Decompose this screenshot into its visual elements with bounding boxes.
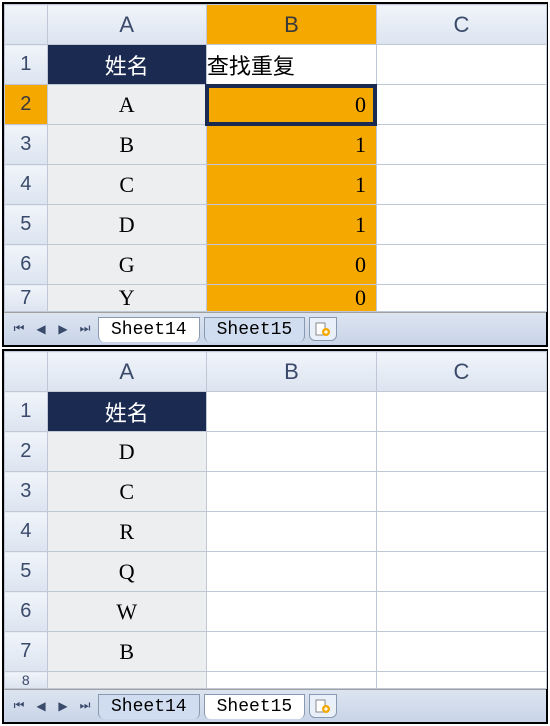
cell-B8[interactable] xyxy=(206,672,376,689)
cell-C6[interactable] xyxy=(376,245,546,285)
cell-C2[interactable] xyxy=(376,432,546,472)
col-header-C[interactable]: C xyxy=(376,5,546,45)
row-header[interactable]: 2 xyxy=(5,85,48,125)
nav-first-icon[interactable]: ⏮ xyxy=(10,697,28,715)
tab-sheet15[interactable]: Sheet15 xyxy=(204,694,306,719)
cell-A8[interactable] xyxy=(47,672,206,689)
row-header[interactable]: 6 xyxy=(5,592,48,632)
nav-last-icon[interactable]: ⏭ xyxy=(76,320,94,338)
new-sheet-icon[interactable] xyxy=(309,317,337,341)
cell-C4[interactable] xyxy=(376,165,546,205)
row-header[interactable]: 1 xyxy=(5,45,48,85)
cell-C6[interactable] xyxy=(376,592,546,632)
cell-B4[interactable] xyxy=(206,512,376,552)
cell-A1[interactable]: 姓名 xyxy=(47,45,206,85)
nav-prev-icon[interactable]: ◀ xyxy=(32,320,50,338)
cell-B7[interactable]: 0 xyxy=(206,285,376,312)
cell-C5[interactable] xyxy=(376,552,546,592)
cell-B5[interactable]: 1 xyxy=(206,205,376,245)
cell-B6[interactable] xyxy=(206,592,376,632)
cell-A7[interactable]: Y xyxy=(47,285,206,312)
grid-top[interactable]: A B C 1 姓名 查找重复 2 A 0 3 B 1 4 C 1 xyxy=(4,4,547,312)
workbook-window-top: A B C 1 姓名 查找重复 2 A 0 3 B 1 4 C 1 xyxy=(2,2,548,347)
cell-A5[interactable]: D xyxy=(47,205,206,245)
row-header[interactable]: 7 xyxy=(5,285,48,312)
nav-last-icon[interactable]: ⏭ xyxy=(76,697,94,715)
cell-A2[interactable]: D xyxy=(47,432,206,472)
row-header[interactable]: 3 xyxy=(5,125,48,165)
cell-C1[interactable] xyxy=(376,45,546,85)
row-header[interactable]: 4 xyxy=(5,512,48,552)
col-header-C[interactable]: C xyxy=(376,352,546,392)
row-header[interactable]: 5 xyxy=(5,205,48,245)
cell-B5[interactable] xyxy=(206,552,376,592)
cell-B6[interactable]: 0 xyxy=(206,245,376,285)
cell-A5[interactable]: Q xyxy=(47,552,206,592)
cell-B7[interactable] xyxy=(206,632,376,672)
col-header-A[interactable]: A xyxy=(47,352,206,392)
cell-C3[interactable] xyxy=(376,472,546,512)
cell-A3[interactable]: C xyxy=(47,472,206,512)
col-header-A[interactable]: A xyxy=(47,5,206,45)
cell-B2-active[interactable]: 0 xyxy=(206,85,376,125)
cell-C4[interactable] xyxy=(376,512,546,552)
cell-A2[interactable]: A xyxy=(47,85,206,125)
cell-A4[interactable]: C xyxy=(47,165,206,205)
workbook-window-bottom: A B C 1 姓名 2 D 3 C 4 R 5 xyxy=(2,349,548,724)
cell-C7[interactable] xyxy=(376,632,546,672)
cell-A7[interactable]: B xyxy=(47,632,206,672)
cell-C8[interactable] xyxy=(376,672,546,689)
tab-sheet14[interactable]: Sheet14 xyxy=(98,317,200,342)
cell-A3[interactable]: B xyxy=(47,125,206,165)
tab-sheet15[interactable]: Sheet15 xyxy=(204,317,306,342)
cell-B3[interactable]: 1 xyxy=(206,125,376,165)
row-header[interactable]: 7 xyxy=(5,632,48,672)
new-sheet-icon[interactable] xyxy=(309,694,337,718)
row-header[interactable]: 2 xyxy=(5,432,48,472)
row-header[interactable]: 3 xyxy=(5,472,48,512)
tab-sheet14[interactable]: Sheet14 xyxy=(98,694,200,719)
row-header[interactable]: 1 xyxy=(5,392,48,432)
grid-bottom[interactable]: A B C 1 姓名 2 D 3 C 4 R 5 xyxy=(4,351,547,689)
cell-C1[interactable] xyxy=(376,392,546,432)
nav-first-icon[interactable]: ⏮ xyxy=(10,320,28,338)
cell-B4[interactable]: 1 xyxy=(206,165,376,205)
row-header[interactable]: 4 xyxy=(5,165,48,205)
row-header[interactable]: 6 xyxy=(5,245,48,285)
cell-B1[interactable] xyxy=(206,392,376,432)
cell-C3[interactable] xyxy=(376,125,546,165)
row-header[interactable]: 5 xyxy=(5,552,48,592)
sheet-tabbar-bottom: ⏮ ◀ ▶ ⏭ Sheet14 Sheet15 xyxy=(4,689,546,722)
sheet-tabbar-top: ⏮ ◀ ▶ ⏭ Sheet14 Sheet15 xyxy=(4,312,546,345)
cell-C7[interactable] xyxy=(376,285,546,312)
col-header-B[interactable]: B xyxy=(206,5,376,45)
cell-A6[interactable]: G xyxy=(47,245,206,285)
select-all-corner[interactable] xyxy=(5,352,48,392)
cell-C2[interactable] xyxy=(376,85,546,125)
nav-next-icon[interactable]: ▶ xyxy=(54,697,72,715)
col-header-B[interactable]: B xyxy=(206,352,376,392)
select-all-corner[interactable] xyxy=(5,5,48,45)
cell-A6[interactable]: W xyxy=(47,592,206,632)
row-header[interactable]: 8 xyxy=(5,672,48,689)
cell-B3[interactable] xyxy=(206,472,376,512)
cell-A4[interactable]: R xyxy=(47,512,206,552)
cell-A1[interactable]: 姓名 xyxy=(47,392,206,432)
cell-B2[interactable] xyxy=(206,432,376,472)
cell-C5[interactable] xyxy=(376,205,546,245)
nav-prev-icon[interactable]: ◀ xyxy=(32,697,50,715)
nav-next-icon[interactable]: ▶ xyxy=(54,320,72,338)
cell-B1[interactable]: 查找重复 xyxy=(206,45,376,85)
